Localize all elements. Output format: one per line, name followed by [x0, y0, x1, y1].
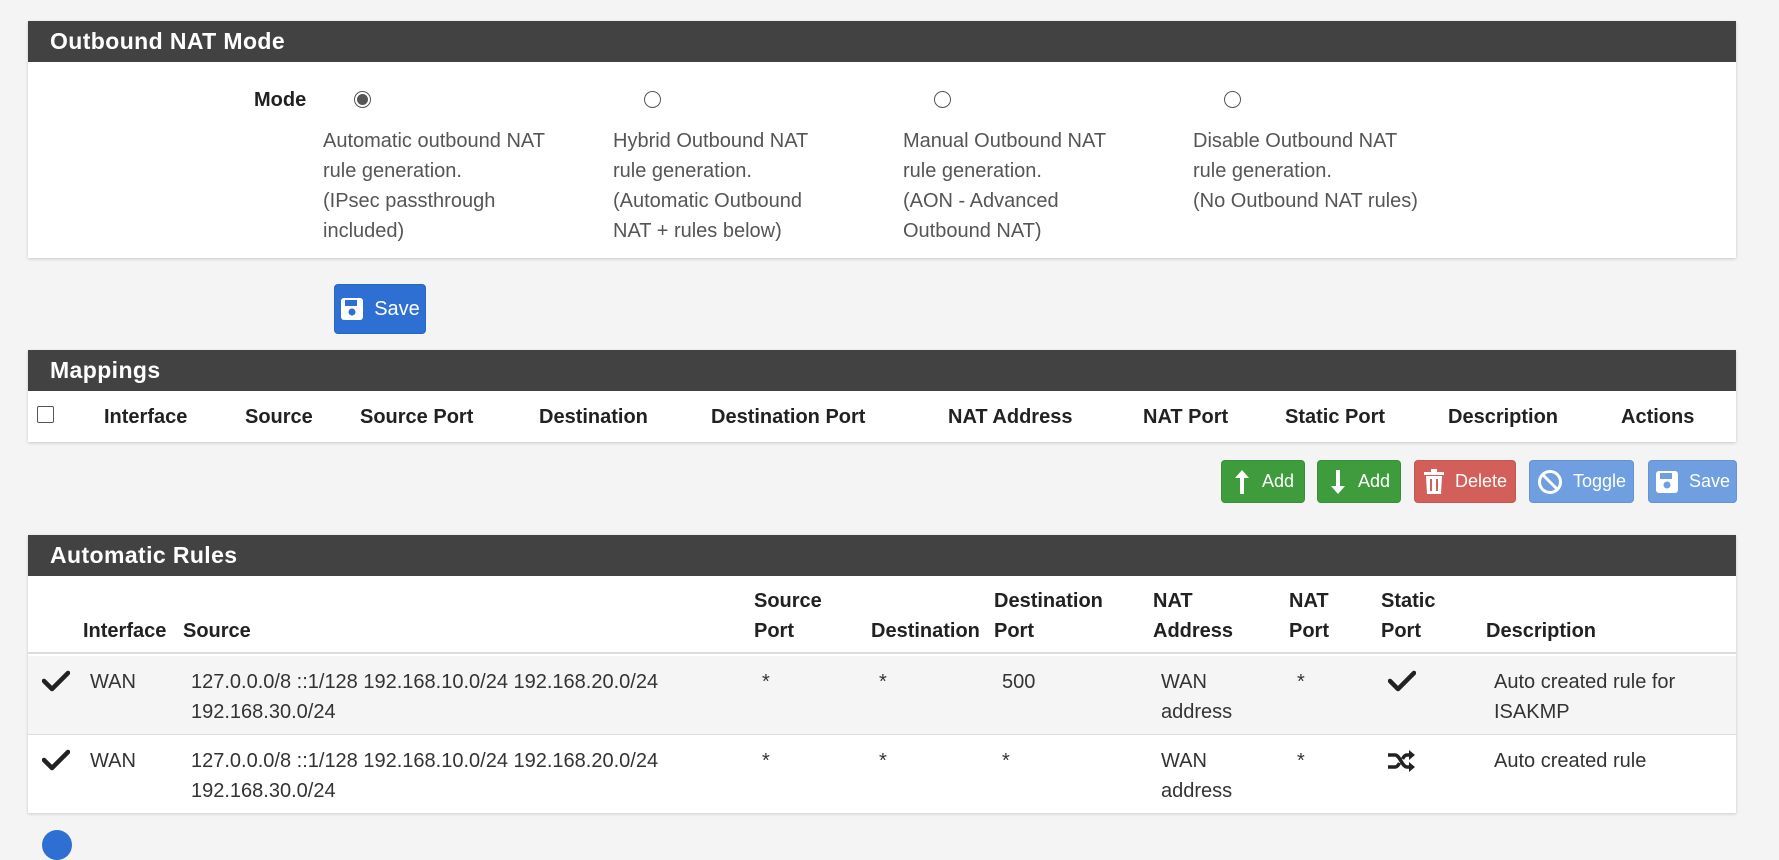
- mode-description: Hybrid Outbound NAT rule generation. (Au…: [613, 130, 809, 242]
- table-row: WAN 127.0.0.0/8 ::1/128 192.168.10.0/24 …: [28, 735, 1736, 814]
- source-cell: 127.0.0.0/8 ::1/128 192.168.10.0/24 192.…: [191, 750, 659, 802]
- check-icon: [1387, 670, 1417, 701]
- panel-title: Mappings: [28, 350, 1736, 391]
- destination-port-cell: *: [1002, 750, 1010, 772]
- nat-port-cell: *: [1297, 750, 1305, 772]
- mode-label: Mode: [254, 89, 307, 111]
- column-header-static-port: Static Port: [1381, 590, 1436, 642]
- destination-cell: *: [879, 671, 887, 693]
- column-header-source: Source: [183, 620, 251, 642]
- table-row: WAN 127.0.0.0/8 ::1/128 192.168.10.0/24 …: [28, 656, 1736, 735]
- mode-option-hybrid[interactable]: Hybrid Outbound NAT rule generation. (Au…: [613, 89, 883, 246]
- column-header-source-port[interactable]: Source Port: [360, 406, 473, 429]
- column-header-actions: Actions: [1621, 406, 1695, 428]
- mode-description: Manual Outbound NAT rule generation. (AO…: [903, 130, 1107, 242]
- mode-radio-manual[interactable]: [934, 91, 951, 108]
- interface-cell: WAN: [90, 671, 136, 693]
- column-header-destination: Destination: [871, 620, 980, 642]
- column-header-description[interactable]: Description: [1448, 406, 1558, 429]
- column-header-destination-port[interactable]: Destination Port: [711, 406, 865, 429]
- arrow-down-icon: [1330, 469, 1345, 494]
- column-header-static-port[interactable]: Static Port: [1285, 406, 1385, 429]
- save-mode-button[interactable]: Save: [334, 284, 426, 334]
- source-cell: 127.0.0.0/8 ::1/128 192.168.10.0/24 192.…: [191, 671, 659, 723]
- mode-radio-automatic[interactable]: [354, 91, 371, 108]
- column-header-nat-port: NAT Port: [1289, 590, 1329, 642]
- delete-button[interactable]: Delete: [1414, 460, 1516, 503]
- mode-option-disable[interactable]: Disable Outbound NAT rule generation. (N…: [1193, 89, 1463, 216]
- mode-radio-hybrid[interactable]: [644, 91, 661, 108]
- add-rule-bottom-button[interactable]: Add: [1317, 460, 1401, 503]
- column-header-destination-port: Destination Port: [994, 590, 1103, 642]
- mode-description: Disable Outbound NAT rule generation. (N…: [1193, 130, 1418, 212]
- source-port-cell: *: [762, 750, 770, 772]
- automatic-rules-panel: Automatic Rules Interface Source Source …: [28, 535, 1736, 814]
- column-header-interface: Interface: [83, 620, 167, 642]
- toggle-button[interactable]: Toggle: [1529, 460, 1634, 503]
- floppy-disk-icon: [341, 298, 364, 320]
- automatic-rules-table-header: Interface Source Source Port Destination…: [28, 576, 1736, 654]
- column-header-source-port: Source Port: [754, 590, 822, 642]
- column-header-nat-address: NAT Address: [1153, 590, 1234, 642]
- interface-cell: WAN: [90, 750, 136, 772]
- description-cell: Auto created rule for ISAKMP: [1494, 671, 1676, 723]
- ban-icon: [1537, 469, 1562, 494]
- mode-radio-disable[interactable]: [1224, 91, 1241, 108]
- mappings-table-header: Interface Source Source Port Destination…: [28, 391, 1736, 442]
- arrow-up-icon: [1234, 469, 1249, 494]
- outbound-nat-mode-panel: Outbound NAT Mode Mode Automatic outboun…: [28, 21, 1736, 258]
- nat-address-cell: WAN address: [1161, 671, 1233, 723]
- panel-title: Outbound NAT Mode: [28, 21, 1736, 62]
- mode-option-manual[interactable]: Manual Outbound NAT rule generation. (AO…: [903, 89, 1173, 246]
- source-port-cell: *: [762, 671, 770, 693]
- check-icon: [41, 749, 71, 780]
- mappings-panel: Mappings Interface Source Source Port De…: [28, 350, 1736, 442]
- column-header-nat-port[interactable]: NAT Port: [1143, 406, 1228, 429]
- panel-title: Automatic Rules: [28, 535, 1736, 576]
- info-icon[interactable]: [42, 830, 72, 860]
- destination-cell: *: [879, 750, 887, 772]
- select-all-checkbox[interactable]: [37, 406, 54, 423]
- shuffle-icon: [1386, 749, 1416, 782]
- mode-option-automatic[interactable]: Automatic outbound NAT rule generation. …: [323, 89, 593, 246]
- description-cell: Auto created rule: [1494, 750, 1647, 772]
- check-icon: [41, 670, 71, 701]
- add-rule-top-button[interactable]: Add: [1221, 460, 1305, 503]
- mode-description: Automatic outbound NAT rule generation. …: [323, 130, 545, 242]
- column-header-source[interactable]: Source: [245, 406, 313, 429]
- column-header-destination[interactable]: Destination: [539, 406, 648, 429]
- column-header-nat-address[interactable]: NAT Address: [948, 406, 1072, 429]
- column-header-interface[interactable]: Interface: [104, 406, 187, 429]
- nat-port-cell: *: [1297, 671, 1305, 693]
- floppy-disk-icon: [1655, 470, 1678, 493]
- nat-address-cell: WAN address: [1161, 750, 1233, 802]
- destination-port-cell: 500: [1002, 671, 1036, 693]
- trash-icon: [1423, 468, 1444, 494]
- save-rules-button[interactable]: Save: [1648, 460, 1737, 503]
- column-header-description: Description: [1486, 620, 1597, 642]
